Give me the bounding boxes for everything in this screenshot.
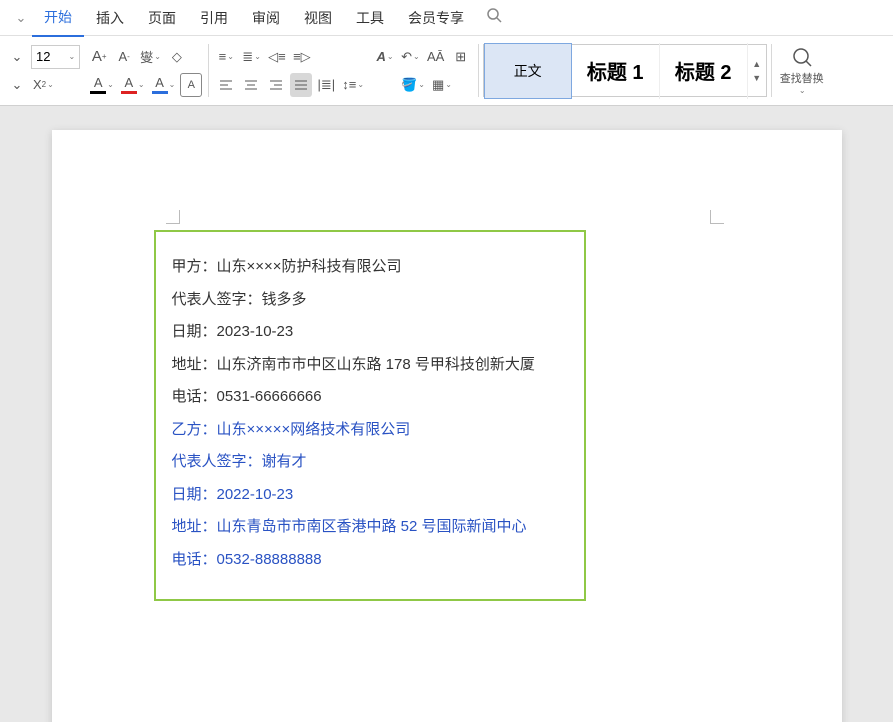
document-area[interactable]: 甲方：山东××××防护科技有限公司 代表人签字：钱多多 日期：2023-10-2… [0, 106, 893, 722]
party-b-address[interactable]: 地址：山东青岛市市南区香港中路 52 号国际新闻中心 [172, 516, 568, 539]
party-b-date[interactable]: 日期：2022-10-23 [172, 484, 568, 507]
shading-color-button[interactable]: A⌄ [150, 73, 178, 97]
line-spacing-button[interactable]: ↕≡⌄ [340, 73, 366, 97]
increase-font-button[interactable]: A+ [88, 45, 110, 69]
styles-scroll[interactable]: ▲▼ [748, 59, 766, 83]
align-right-button[interactable] [265, 73, 287, 97]
style-body[interactable]: 正文 [484, 43, 572, 99]
text-effects-button[interactable]: A⌄ [374, 45, 396, 69]
align-center-button[interactable] [240, 73, 262, 97]
superscript-button[interactable]: X2⌄ [31, 73, 56, 97]
font-color-button[interactable]: A⌄ [88, 73, 116, 97]
styles-gallery: 正文 标题 1 标题 2 ▲▼ [483, 44, 767, 97]
party-a-signer[interactable]: 代表人签字：钱多多 [172, 289, 568, 312]
party-a-phone[interactable]: 电话：0531-66666666 [172, 386, 568, 409]
party-a-date[interactable]: 日期：2023-10-23 [172, 321, 568, 344]
find-replace-button[interactable]: 查找替换⌄ [774, 40, 830, 101]
style-heading-1[interactable]: 标题 1 [572, 43, 660, 99]
decrease-indent-button[interactable]: ◁≡ [266, 45, 288, 69]
show-marks-button[interactable]: AĀ [425, 45, 447, 69]
search-icon[interactable] [486, 7, 502, 28]
menu-page[interactable]: 页面 [136, 0, 188, 36]
align-left-button[interactable] [215, 73, 237, 97]
menu-member[interactable]: 会员专享 [396, 0, 476, 36]
document-page[interactable]: 甲方：山东××××防护科技有限公司 代表人签字：钱多多 日期：2023-10-2… [52, 130, 842, 722]
menu-bar: ⌄ 开始 插入 页面 引用 审阅 视图 工具 会员专享 [0, 0, 893, 36]
search-icon [791, 46, 813, 68]
highlight-color-button[interactable]: A⌄ [119, 73, 147, 97]
party-a-name[interactable]: 甲方：山东××××防护科技有限公司 [172, 256, 568, 279]
field-button[interactable]: ⊞ [450, 45, 472, 69]
party-b-phone[interactable]: 电话：0532-88888888 [172, 549, 568, 572]
margin-corner-right [710, 210, 724, 224]
party-a-address[interactable]: 地址：山东济南市市中区山东路 178 号甲科技创新大厦 [172, 354, 568, 377]
fill-color-button[interactable]: 🪣⌄ [399, 73, 427, 97]
menu-tools[interactable]: 工具 [344, 0, 396, 36]
menu-ref[interactable]: 引用 [188, 0, 240, 36]
party-b-signer[interactable]: 代表人签字：谢有才 [172, 451, 568, 474]
decrease-font-button[interactable]: A- [113, 45, 135, 69]
bullet-list-button[interactable]: ≡⌄ [215, 45, 237, 69]
prev-arrow-icon-2[interactable]: ⌄ [6, 73, 28, 97]
distribute-button[interactable]: |≣| [315, 73, 337, 97]
selection-box: 甲方：山东××××防护科技有限公司 代表人签字：钱多多 日期：2023-10-2… [154, 230, 586, 601]
party-b-name[interactable]: 乙方：山东×××××网络技术有限公司 [172, 419, 568, 442]
margin-corner-left [166, 210, 180, 224]
menu-insert[interactable]: 插入 [84, 0, 136, 36]
increase-indent-button[interactable]: ≡▷ [291, 45, 313, 69]
menu-start[interactable]: 开始 [32, 0, 84, 37]
prev-arrow-icon[interactable]: ⌄ [6, 45, 28, 69]
char-border-button[interactable]: A [180, 73, 202, 97]
menu-review[interactable]: 审阅 [240, 0, 292, 36]
align-justify-button[interactable] [290, 73, 312, 97]
clear-format-button[interactable]: ◇ [166, 45, 188, 69]
toolbar: ⌄ 12 ⌄ ⌄ X2⌄ A+ A- 燮⌄ ◇ A⌄ A⌄ A⌄ A ≡⌄ ≣⌄ [0, 36, 893, 106]
phonetic-button[interactable]: 燮⌄ [138, 45, 163, 69]
style-heading-2[interactable]: 标题 2 [660, 43, 748, 99]
number-list-button[interactable]: ≣⌄ [240, 45, 263, 69]
border-button[interactable]: ▦⌄ [430, 73, 454, 97]
menu-view[interactable]: 视图 [292, 0, 344, 36]
menu-dropdown-icon[interactable]: ⌄ [10, 6, 32, 30]
undo-button[interactable]: ↶⌄ [399, 45, 422, 69]
font-size-select[interactable]: 12 ⌄ [31, 45, 80, 69]
